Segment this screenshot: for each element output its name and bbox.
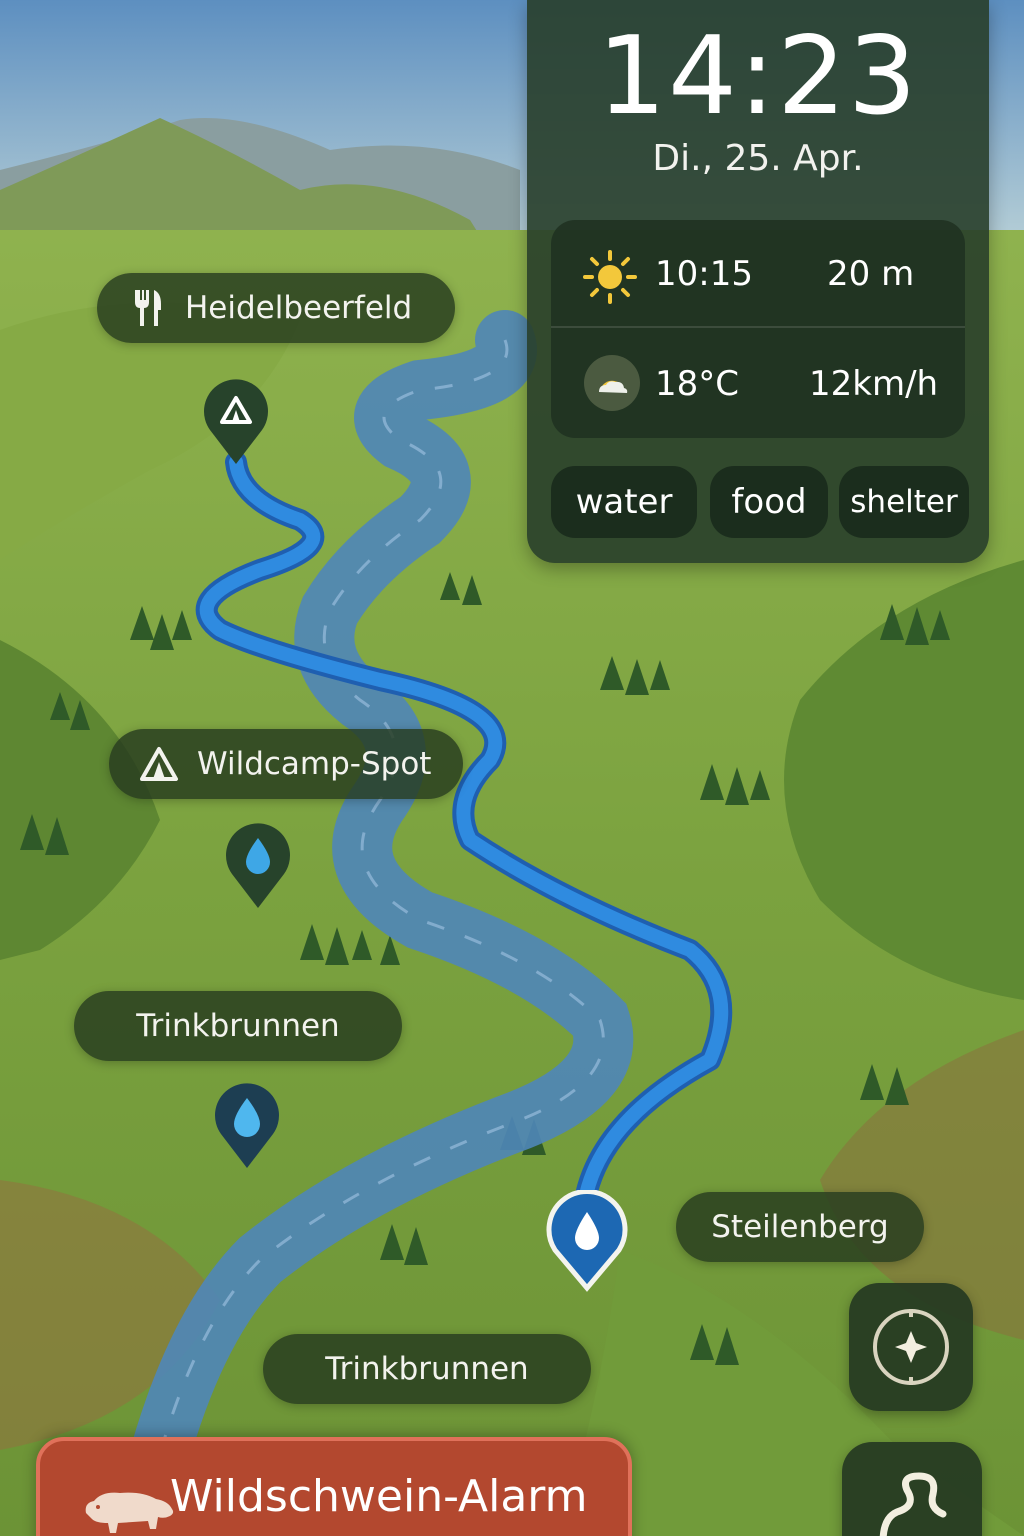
stats-panel: 10:15 20 m 18°C 12km/h bbox=[551, 220, 965, 438]
poi-label-trinkbrunnen-1[interactable]: Trinkbrunnen bbox=[74, 991, 402, 1061]
temperature-value: 18°C bbox=[655, 364, 740, 404]
distance-value: 20 m bbox=[827, 254, 915, 294]
sunrise-time: 10:15 bbox=[655, 254, 753, 294]
info-widget: 14:23 Di., 25. Apr. 10:15 20 m 18°C 12km… bbox=[527, 0, 989, 563]
poi-label-steilenberg[interactable]: Steilenberg bbox=[676, 1192, 924, 1262]
tent-icon bbox=[139, 744, 179, 784]
poi-label-text: Heidelbeerfeld bbox=[185, 290, 413, 326]
partly-cloudy-icon bbox=[584, 355, 640, 411]
filter-chip-shelter[interactable]: shelter bbox=[839, 466, 969, 538]
boar-icon bbox=[85, 1492, 174, 1533]
poi-label-text: Wildcamp-Spot bbox=[197, 746, 432, 782]
stats-divider bbox=[551, 326, 965, 328]
current-location-marker[interactable] bbox=[544, 1190, 630, 1292]
alert-title: Wildschwein-Alarm bbox=[170, 1471, 588, 1522]
wildlife-alert-banner[interactable]: Wildschwein-Alarm bbox=[36, 1437, 632, 1536]
sun-icon bbox=[583, 250, 637, 304]
compass-button[interactable] bbox=[849, 1283, 973, 1411]
filter-chip-food[interactable]: food bbox=[710, 466, 828, 538]
campsite-marker[interactable] bbox=[202, 378, 270, 466]
poi-label-wildcamp-spot[interactable]: Wildcamp-Spot bbox=[109, 729, 463, 799]
water-marker[interactable] bbox=[213, 1082, 281, 1170]
poi-label-text: Trinkbrunnen bbox=[136, 1008, 340, 1044]
clock-time: 14:23 bbox=[597, 14, 919, 139]
fork-knife-icon bbox=[127, 288, 167, 328]
compass-icon bbox=[873, 1309, 949, 1385]
clock-date: Di., 25. Apr. bbox=[652, 138, 864, 179]
water-marker[interactable] bbox=[224, 820, 292, 910]
poi-label-text: Trinkbrunnen bbox=[325, 1351, 529, 1387]
poi-label-heidelbeerfeld[interactable]: Heidelbeerfeld bbox=[97, 273, 455, 343]
filter-chip-water[interactable]: water bbox=[551, 466, 697, 538]
route-button[interactable] bbox=[842, 1442, 982, 1536]
route-icon bbox=[879, 1472, 947, 1536]
wind-speed-value: 12km/h bbox=[809, 364, 939, 404]
poi-label-text: Steilenberg bbox=[711, 1209, 889, 1245]
poi-label-trinkbrunnen-2[interactable]: Trinkbrunnen bbox=[263, 1334, 591, 1404]
